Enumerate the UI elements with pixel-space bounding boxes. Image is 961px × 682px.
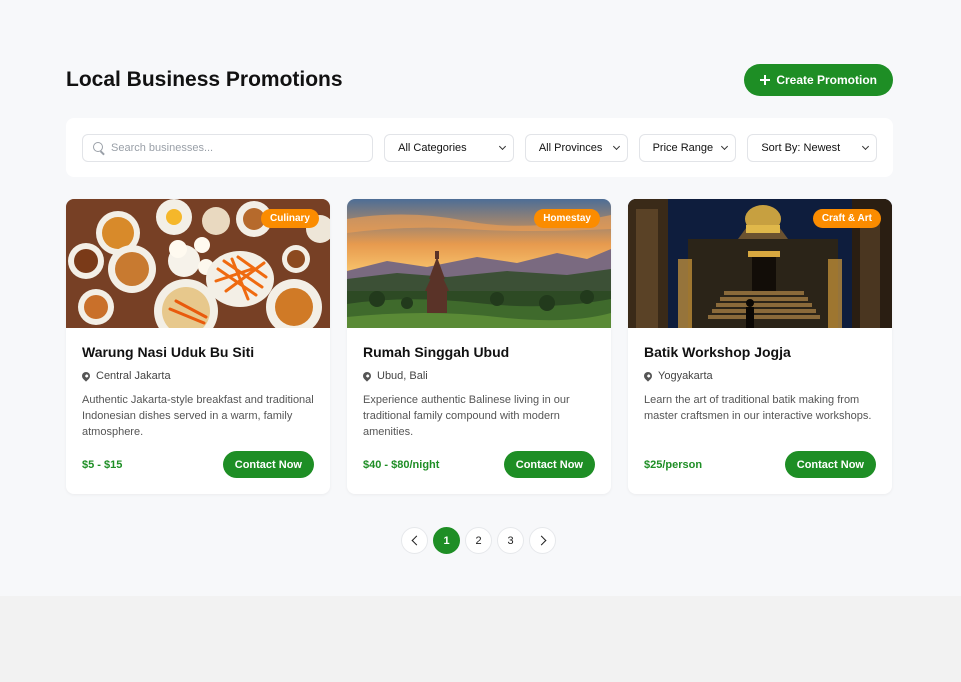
card-price: $40 - $80/night	[363, 458, 440, 471]
page-title: Local Business Promotions	[66, 68, 343, 91]
plus-icon	[760, 75, 771, 85]
sort-select-value: Sort By: Newest	[761, 141, 841, 154]
temple-photo: Craft & Art	[628, 199, 892, 328]
card-location: Central Jakarta	[80, 370, 314, 382]
category-select-value: All Categories	[398, 141, 467, 154]
contact-now-button[interactable]: Contact Now	[503, 451, 595, 478]
category-badge: Homestay	[534, 209, 600, 228]
page-button-3[interactable]: 3	[497, 527, 524, 554]
contact-now-button[interactable]: Contact Now	[222, 451, 314, 478]
page-header: Local Business Promotions Create Promoti…	[66, 64, 893, 96]
card-description: Learn the art of traditional batik makin…	[644, 394, 872, 422]
chevron-left-icon	[411, 535, 421, 546]
search-box[interactable]	[82, 133, 374, 162]
next-page-button[interactable]	[529, 527, 556, 554]
card-price: $5 - $15	[82, 458, 123, 471]
chevron-down-icon	[861, 142, 870, 150]
food-photo: Culinary	[66, 199, 330, 343]
chevron-down-icon	[498, 142, 506, 150]
chevron-right-icon	[536, 535, 546, 546]
province-select-value: All Provinces	[538, 141, 603, 154]
search-icon	[93, 141, 103, 152]
promotion-card[interactable]: Culinary Warung Nasi Uduk Bu Siti Centra…	[66, 199, 330, 494]
province-select[interactable]: All Provinces	[524, 133, 628, 162]
price-range-select[interactable]: Price Range	[638, 133, 737, 162]
page-button-1[interactable]: 1	[433, 527, 460, 554]
promotion-card[interactable]: Homestay Rumah Singgah Ubud Ubud, Bali E…	[347, 199, 611, 494]
promotion-card[interactable]: Craft & Art Batik Workshop Jogja Yogyaka…	[628, 199, 892, 494]
page-footer-area	[0, 596, 961, 682]
card-price: $25/person	[644, 458, 703, 471]
card-title: Warung Nasi Uduk Bu Siti	[82, 344, 255, 360]
card-location-text: Central Jakarta	[96, 370, 171, 382]
landscape-photo: Homestay	[347, 199, 611, 328]
sort-select[interactable]: Sort By: Newest	[747, 133, 878, 162]
chevron-down-icon	[612, 142, 620, 150]
map-pin-icon	[642, 370, 654, 382]
category-select[interactable]: All Categories	[384, 133, 514, 162]
card-location: Yogyakarta	[642, 370, 876, 382]
search-input[interactable]	[109, 140, 343, 155]
contact-now-button[interactable]: Contact Now	[784, 451, 876, 478]
card-title: Rumah Singgah Ubud	[363, 344, 510, 360]
price-range-select-value: Price Range	[652, 141, 714, 154]
create-promotion-label: Create Promotion	[776, 73, 877, 87]
create-promotion-button[interactable]: Create Promotion	[744, 64, 893, 96]
card-title: Batik Workshop Jogja	[644, 344, 791, 360]
chevron-down-icon	[721, 142, 729, 150]
pagination: 1 2 3	[401, 527, 556, 554]
card-location-text: Ubud, Bali	[377, 370, 428, 382]
page: Local Business Promotions Create Promoti…	[0, 0, 961, 596]
promotion-card-list: Culinary Warung Nasi Uduk Bu Siti Centra…	[66, 199, 892, 494]
map-pin-icon	[361, 370, 373, 382]
filter-bar: All Categories All Provinces Price Range…	[66, 118, 893, 177]
previous-page-button[interactable]	[401, 527, 428, 554]
map-pin-icon	[80, 370, 92, 382]
category-badge: Craft & Art	[812, 209, 881, 228]
card-location-text: Yogyakarta	[658, 370, 713, 382]
card-description: Experience authentic Balinese living in …	[363, 394, 570, 438]
page-button-2[interactable]: 2	[465, 527, 492, 554]
card-description: Authentic Jakarta-style breakfast and tr…	[82, 394, 314, 438]
card-location: Ubud, Bali	[361, 370, 595, 382]
category-badge: Culinary	[260, 209, 319, 228]
